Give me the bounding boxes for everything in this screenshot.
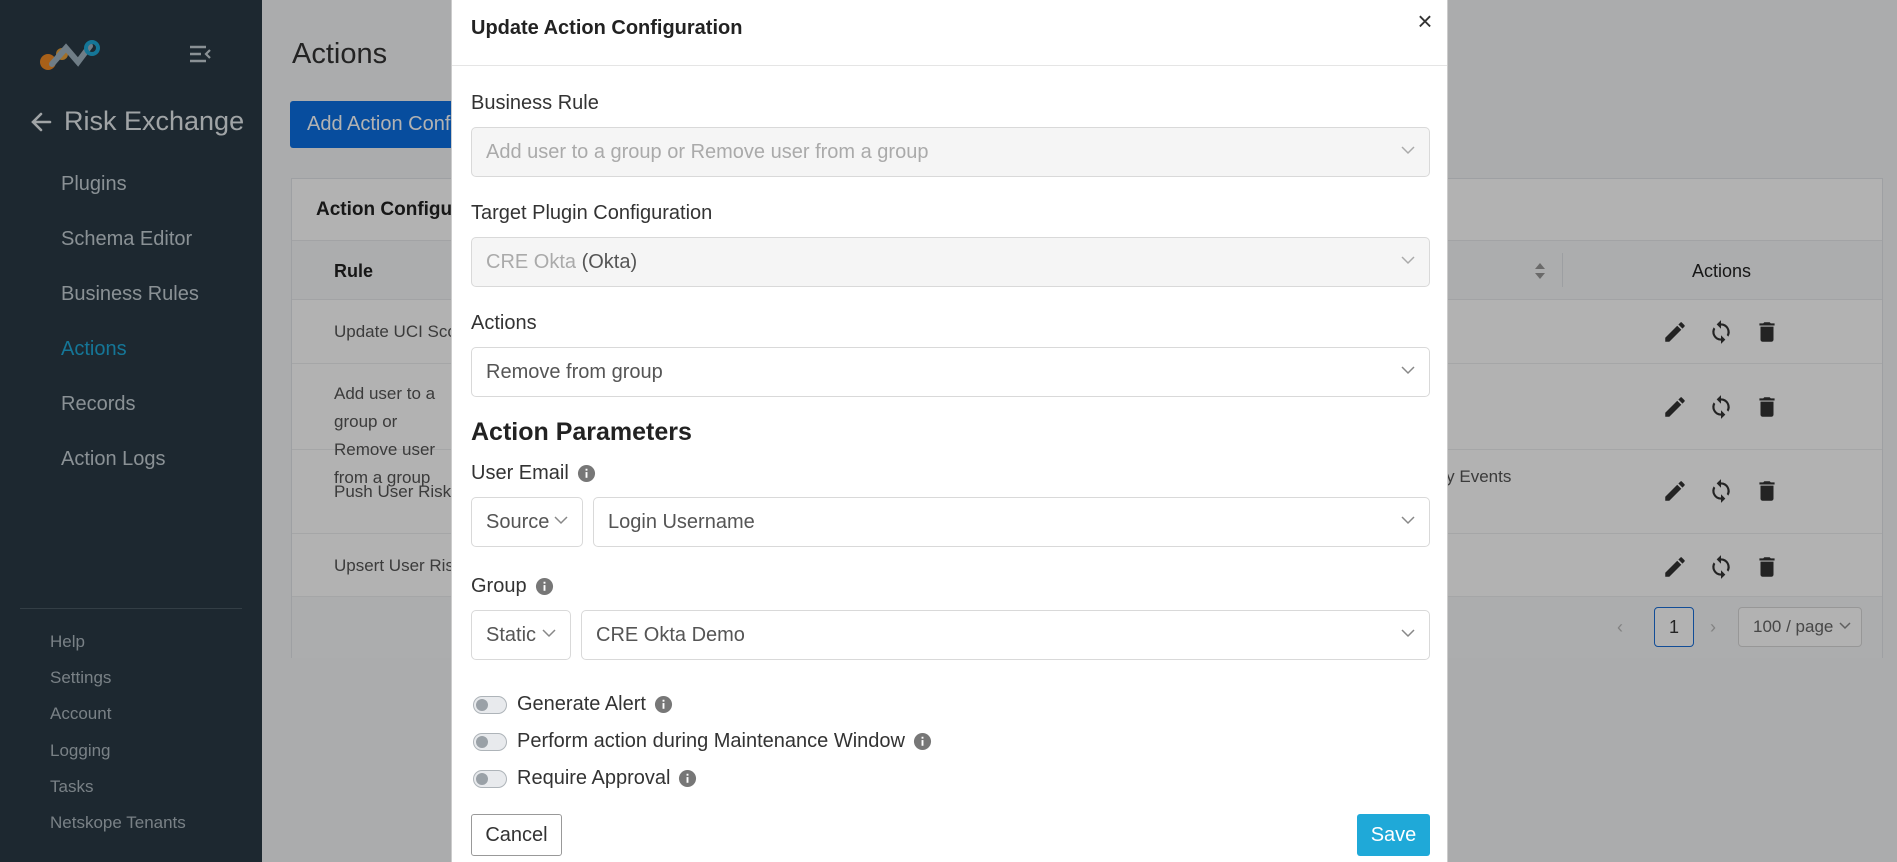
- modal-header: Update Action Configuration ×: [452, 0, 1447, 66]
- user-email-source-value: Source: [486, 511, 550, 533]
- update-action-configuration-modal: Update Action Configuration × Business R…: [451, 0, 1448, 862]
- maintenance-window-label: Perform action during Maintenance Window: [517, 730, 905, 752]
- require-approval-row: Require Approval: [473, 767, 697, 790]
- require-approval-toggle[interactable]: [473, 769, 507, 788]
- generate-alert-row: Generate Alert: [473, 693, 673, 716]
- chevron-down-icon: [542, 629, 556, 638]
- chevron-down-icon: [1401, 256, 1415, 265]
- business-rule-label: Business Rule: [471, 92, 599, 115]
- user-email-label-text: User Email: [471, 462, 569, 484]
- actions-value: Remove from group: [486, 361, 663, 383]
- generate-alert-toggle[interactable]: [473, 695, 507, 714]
- actions-label: Actions: [471, 312, 537, 335]
- target-plugin-select[interactable]: CRE Okta (Okta): [471, 237, 1430, 287]
- info-icon[interactable]: [535, 577, 554, 596]
- target-plugin-label: Target Plugin Configuration: [471, 202, 712, 225]
- info-icon[interactable]: [678, 769, 697, 788]
- info-icon[interactable]: [577, 464, 596, 483]
- info-icon[interactable]: [913, 732, 932, 751]
- group-label-text: Group: [471, 575, 527, 597]
- target-plugin-name: CRE Okta: [486, 251, 582, 273]
- info-icon[interactable]: [654, 695, 673, 714]
- target-plugin-label-text: Target Plugin Configuration: [471, 202, 713, 224]
- chevron-down-icon: [1401, 516, 1415, 525]
- group-value: CRE Okta Demo: [596, 624, 745, 646]
- maintenance-window-row: Perform action during Maintenance Window: [473, 730, 932, 753]
- generate-alert-label: Generate Alert: [517, 693, 646, 715]
- business-rule-value: Add user to a group or Remove user from …: [486, 141, 929, 163]
- modal-title: Update Action Configuration: [471, 17, 743, 39]
- group-source-select[interactable]: Static: [471, 610, 571, 660]
- close-icon[interactable]: ×: [1410, 6, 1440, 36]
- user-email-label: User Email: [471, 462, 596, 485]
- business-rule-select[interactable]: Add user to a group or Remove user from …: [471, 127, 1430, 177]
- cancel-button[interactable]: Cancel: [471, 814, 562, 856]
- require-approval-label: Require Approval: [517, 767, 671, 789]
- group-label: Group: [471, 575, 554, 598]
- group-value-select[interactable]: CRE Okta Demo: [581, 610, 1430, 660]
- chevron-down-icon: [1401, 146, 1415, 155]
- chevron-down-icon: [1401, 366, 1415, 375]
- user-email-field-select[interactable]: Login Username: [593, 497, 1430, 547]
- chevron-down-icon: [1401, 629, 1415, 638]
- action-parameters-heading: Action Parameters: [471, 418, 692, 446]
- group-source-value: Static: [486, 624, 537, 646]
- user-email-field-value: Login Username: [608, 511, 755, 533]
- actions-select[interactable]: Remove from group: [471, 347, 1430, 397]
- chevron-down-icon: [554, 516, 568, 525]
- user-email-source-select[interactable]: Source: [471, 497, 583, 547]
- maintenance-window-toggle[interactable]: [473, 732, 507, 751]
- save-button[interactable]: Save: [1357, 814, 1430, 856]
- target-plugin-type: (Okta): [581, 251, 638, 273]
- actions-label-text: Actions: [471, 312, 537, 334]
- business-rule-label-text: Business Rule: [471, 92, 599, 114]
